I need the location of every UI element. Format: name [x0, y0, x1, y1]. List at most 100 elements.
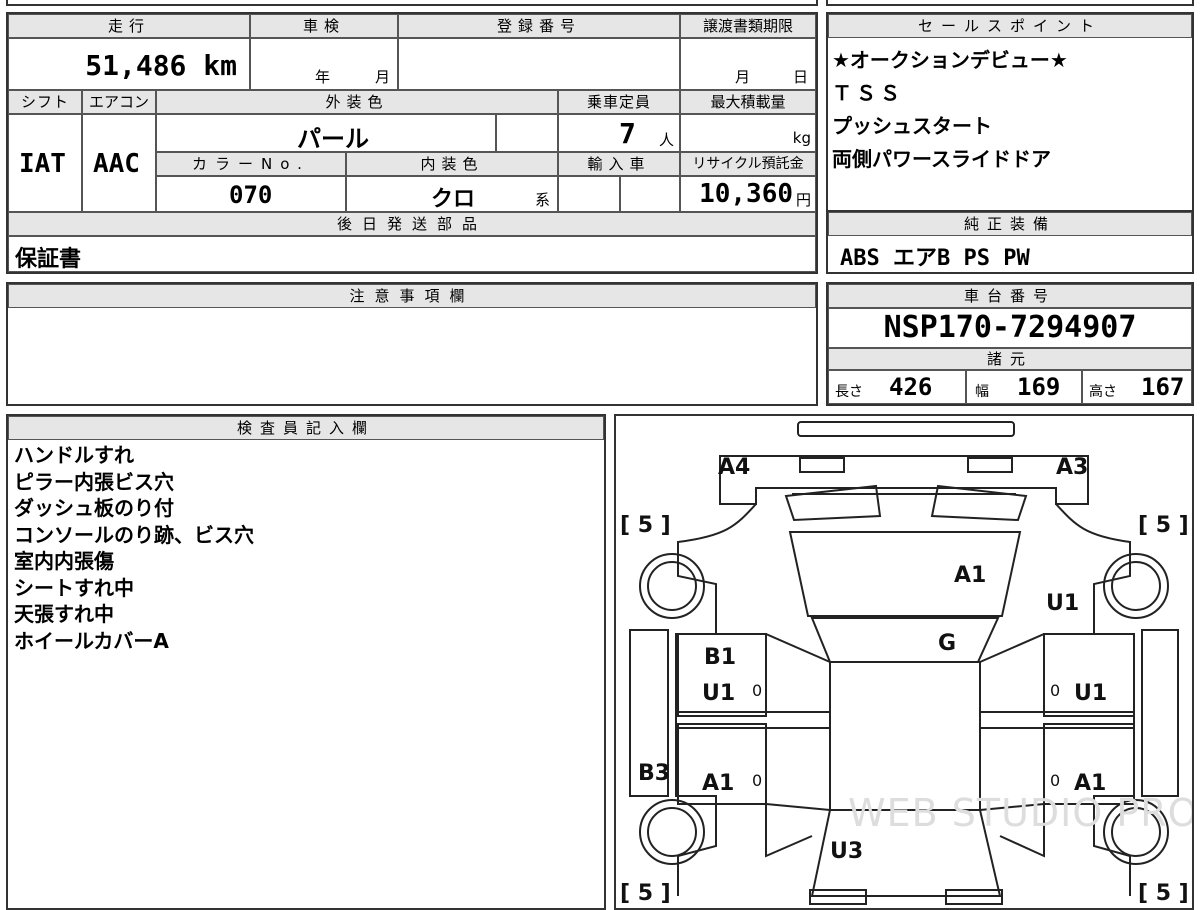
inspection-cell: 年 月 [250, 38, 398, 90]
specs-length-value: 426 [889, 373, 933, 401]
exterior-color-extra [496, 114, 558, 152]
specs-header: 諸元 [828, 348, 1192, 370]
inspection-header: 車検 [250, 14, 398, 38]
label-left-rear-quarter: B3 [638, 761, 670, 786]
sales-point-item: ＴＳＳ [832, 81, 904, 105]
chassis-cell: NSP170-7294907 [828, 308, 1192, 348]
top-strip-right [826, 0, 1194, 6]
sales-point-item: ★オークションデビュー★ [832, 48, 1068, 72]
later-parts-value: 保証書 [15, 247, 82, 272]
sales-points-panel: セールスポイント ★オークションデビュー★ ＴＳＳ プッシュスタート 両側パワー… [826, 12, 1194, 212]
label-left-rear-door: A1 [702, 771, 734, 796]
notes-panel: 注意事項欄 [6, 282, 818, 406]
exterior-color-header: 外装色 [156, 90, 558, 114]
capacity-header: 乗車定員 [558, 90, 680, 114]
transfer-month-label: 月 [735, 68, 751, 86]
zero-mark: 0 [1050, 681, 1060, 700]
specs-length-label: 長さ [835, 384, 863, 400]
import-cell-a [558, 176, 620, 212]
mileage-cell: 51,486 km [8, 38, 250, 90]
equipment-value: ABS エアB PS PW [840, 246, 1030, 271]
sales-points-list: ★オークションデビュー★ ＴＳＳ プッシュスタート 両側パワースライドドア [832, 44, 1068, 176]
color-no-header: カラーNo. [156, 152, 346, 176]
label-a3: A3 [1056, 455, 1088, 480]
label-rear: U3 [830, 839, 863, 864]
inspector-line: ハンドルすれ [14, 443, 134, 467]
specs-length-cell: 長さ 426 [828, 370, 966, 404]
max-load-unit: kg [792, 129, 811, 147]
notes-header: 注意事項欄 [8, 284, 816, 308]
inspector-line: 室内内張傷 [14, 549, 114, 573]
zero-mark: 0 [752, 681, 762, 700]
recycle-unit: 円 [795, 191, 811, 209]
top-strip [6, 0, 818, 6]
equipment-header: 純正装備 [828, 212, 1192, 236]
chassis-value: NSP170-7294907 [883, 310, 1137, 345]
zero-mark: 0 [1050, 771, 1060, 790]
label-tire-rr: [ 5 ] [1138, 881, 1189, 906]
exterior-color-cell: パール [156, 114, 496, 152]
specs-height-label: 高さ [1089, 384, 1117, 400]
label-tire-fl: [ 5 ] [620, 513, 671, 538]
inspector-line: 天張すれ中 [14, 602, 114, 626]
label-hood: G [938, 631, 956, 656]
recycle-value: 10,360 [699, 179, 793, 209]
interior-color-header: 内装色 [346, 152, 558, 176]
capacity-cell: 7 人 [558, 114, 680, 152]
transfer-day-label: 日 [793, 68, 809, 86]
shift-cell: IAT [8, 114, 82, 212]
inspection-month-label: 月 [375, 68, 391, 86]
inspector-line: ダッシュ板のり付 [14, 496, 174, 520]
label-windshield: A1 [954, 563, 986, 588]
equipment-panel: 純正装備 ABS エアB PS PW [826, 210, 1194, 274]
sales-point-item: 両側パワースライドドア [832, 147, 1051, 171]
zero-mark: 0 [752, 771, 762, 790]
capacity-unit: 人 [659, 131, 675, 149]
chassis-panel: 車台番号 NSP170-7294907 諸元 長さ 426 幅 169 高さ 1… [826, 282, 1194, 406]
aircon-cell: AAC [82, 114, 156, 212]
inspector-lines: ハンドルすれ ピラー内張ビス穴 ダッシュ板のり付 コンソールのり跡、ビス穴 室内… [14, 442, 254, 654]
import-header: 輸入車 [558, 152, 680, 176]
color-no-value: 070 [229, 181, 273, 209]
registration-header: 登録番号 [398, 14, 680, 38]
color-no-cell: 070 [156, 176, 346, 212]
aircon-header: エアコン [82, 90, 156, 114]
shift-value: IAT [19, 149, 66, 179]
watermark: WEB STUDIO PRO [848, 791, 1192, 835]
specs-height-value: 167 [1141, 373, 1185, 401]
interior-color-cell: クロ 系 [346, 176, 558, 212]
inspector-line: ピラー内張ビス穴 [14, 469, 174, 494]
damage-diagram-panel: WEB STUDIO PRO A4 A3 A1 G U1 B1 U1 U1 B3… [614, 414, 1194, 910]
inspector-line: コンソールのり跡、ビス穴 [14, 522, 254, 547]
label-right-rear-door: A1 [1074, 771, 1106, 796]
shift-header: シフト [8, 90, 82, 114]
label-left-front-door: B1 [704, 645, 736, 670]
transfer-cell: 月 日 [680, 38, 816, 90]
capacity-value: 7 [619, 117, 636, 150]
label-right-front: U1 [1046, 591, 1079, 616]
aircon-value: AAC [93, 149, 140, 179]
later-parts-cell: 保証書 [8, 236, 816, 272]
inspection-year-label: 年 [315, 68, 331, 86]
later-parts-header: 後日発送部品 [8, 212, 816, 236]
interior-color-suffix: 系 [535, 191, 551, 209]
specs-height-cell: 高さ 167 [1082, 370, 1192, 404]
mileage-header: 走行 [8, 14, 250, 38]
interior-color-value: クロ [431, 187, 476, 212]
transfer-header: 譲渡書類期限 [680, 14, 816, 38]
import-cell-b [620, 176, 680, 212]
label-tire-rl: [ 5 ] [620, 881, 671, 906]
recycle-header: リサイクル預託金 [680, 152, 816, 176]
specs-width-label: 幅 [975, 384, 989, 400]
specs-width-cell: 幅 169 [966, 370, 1082, 404]
inspector-line: シートすれ中 [14, 575, 134, 600]
exterior-color-value: パール [297, 125, 369, 152]
mileage-value: 51,486 km [85, 49, 237, 82]
inspector-header: 検査員記入欄 [8, 416, 604, 440]
max-load-header: 最大積載量 [680, 90, 816, 114]
inspector-line: ホイールカバーA [14, 628, 169, 653]
label-tire-fr: [ 5 ] [1138, 513, 1189, 538]
specs-width-value: 169 [1017, 373, 1061, 401]
car-diagram: WEB STUDIO PRO A4 A3 A1 G U1 B1 U1 U1 B3… [620, 421, 1192, 906]
vehicle-info-table: 走行 車検 登録番号 譲渡書類期限 51,486 km 年 月 月 日 シフト … [6, 12, 818, 274]
